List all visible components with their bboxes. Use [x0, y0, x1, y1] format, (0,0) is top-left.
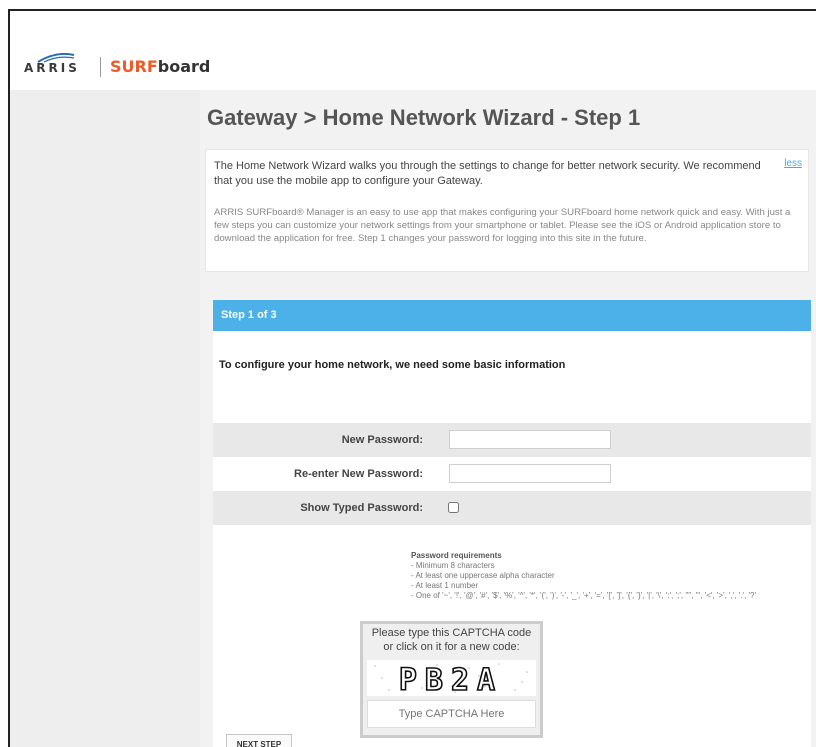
captcha-code-text: PB2A [399, 663, 503, 696]
captcha-input[interactable] [367, 700, 536, 728]
new-password-label: New Password: [341, 434, 423, 446]
requirement-item: - At least 1 number [411, 581, 479, 590]
reenter-password-row: Re-enter New Password: [213, 457, 811, 491]
reenter-password-label: Re-enter New Password: [294, 468, 423, 480]
main-content: Gateway > Home Network Wizard - Step 1 T… [203, 90, 816, 747]
surf-text: SURF [110, 57, 158, 76]
show-password-row: Show Typed Password: [213, 491, 811, 525]
captcha-noise-graphic: PB2A [374, 662, 528, 699]
header-bar: ARRIS SURFboard [10, 11, 816, 90]
wizard-panel: To configure your home network, we need … [213, 331, 811, 747]
show-password-label: Show Typed Password: [300, 502, 423, 514]
step-header: Step 1 of 3 [213, 300, 811, 331]
requirements-heading: Password requirements [411, 551, 502, 560]
new-password-input[interactable] [449, 430, 611, 449]
info-box: The Home Network Wizard walks you throug… [205, 149, 809, 272]
less-link[interactable]: less [784, 158, 802, 169]
arris-wordmark: ARRIS [24, 61, 80, 75]
new-password-row: New Password: [213, 423, 811, 457]
show-password-checkbox[interactable] [448, 502, 459, 513]
captcha-image[interactable]: PB2A [367, 660, 536, 699]
browser-frame: ARRIS SURFboard Gateway > Home Network W… [8, 9, 816, 747]
password-requirements: Password requirements - Minimum 8 charac… [411, 551, 756, 601]
requirement-item: - One of '~', '!', '@', '#', '$', '%', '… [411, 591, 756, 600]
requirement-item: - At least one uppercase alpha character [411, 571, 555, 580]
surfboard-wordmark: SURFboard [110, 57, 210, 76]
captcha-prompt-line2: or click on it for a new code: [383, 641, 520, 653]
board-text: board [157, 57, 211, 76]
next-step-button[interactable]: NEXT STEP [226, 734, 292, 747]
captcha-box: Please type this CAPTCHA code or click o… [360, 621, 543, 738]
logo-divider [100, 57, 101, 77]
requirement-item: - Minimum 8 characters [411, 561, 495, 570]
info-body-text: ARRIS SURFboard® Manager is an easy to u… [214, 207, 791, 245]
left-sidebar [10, 90, 200, 747]
step-intro-text: To configure your home network, we need … [219, 359, 566, 371]
reenter-password-input[interactable] [449, 464, 611, 483]
arris-surfboard-logo: ARRIS SURFboard [24, 53, 224, 83]
page-title: Gateway > Home Network Wizard - Step 1 [207, 105, 641, 130]
info-intro-text: The Home Network Wizard walks you throug… [214, 160, 761, 187]
captcha-prompt-line1: Please type this CAPTCHA code [371, 627, 532, 639]
